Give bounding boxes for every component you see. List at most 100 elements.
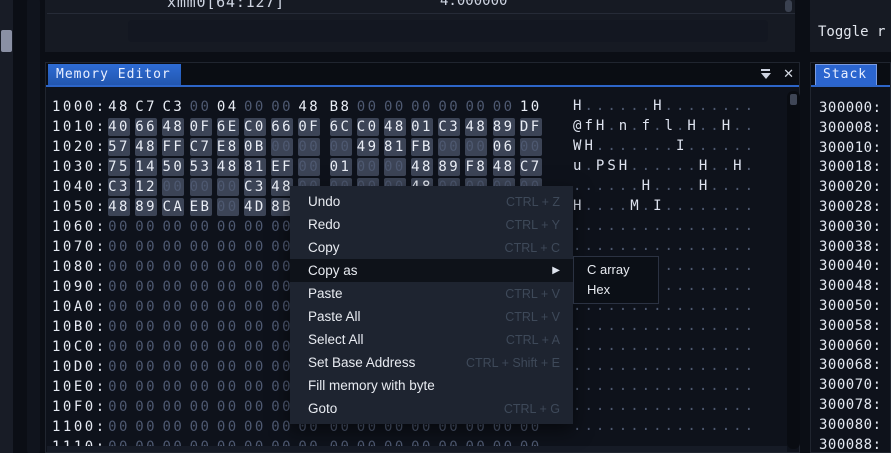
- ascii-column[interactable]: u.PSH......H..H.: [573, 158, 756, 174]
- byte-cell[interactable]: 66: [271, 118, 293, 136]
- byte-cell[interactable]: 00: [135, 358, 157, 376]
- byte-cell[interactable]: 4D: [244, 198, 266, 216]
- byte-cell[interactable]: 00: [190, 98, 212, 116]
- byte-cell[interactable]: 89: [493, 118, 515, 136]
- byte-cell[interactable]: 0F: [190, 118, 212, 136]
- byte-cell[interactable]: 48: [298, 98, 320, 116]
- register-row-highlight[interactable]: [128, 20, 768, 42]
- ascii-column[interactable]: ................: [573, 338, 756, 354]
- byte-cell[interactable]: 00: [190, 418, 212, 436]
- byte-cell[interactable]: 00: [190, 178, 212, 196]
- byte-cell[interactable]: 00: [217, 378, 239, 396]
- byte-cell[interactable]: 12: [135, 178, 157, 196]
- stack-address[interactable]: 300010:: [811, 140, 882, 160]
- byte-cell[interactable]: EB: [190, 198, 212, 216]
- byte-cell[interactable]: 00: [135, 318, 157, 336]
- byte-cell[interactable]: B8: [330, 98, 352, 116]
- ascii-column[interactable]: ................: [573, 318, 756, 334]
- byte-cell[interactable]: 00: [190, 398, 212, 416]
- menu-item-copy[interactable]: CopyCTRL + C: [290, 236, 573, 259]
- byte-cell[interactable]: 48: [465, 118, 487, 136]
- byte-cell[interactable]: 0B: [244, 138, 266, 156]
- byte-cell[interactable]: 00: [135, 338, 157, 356]
- memory-scrollbar-track[interactable]: [787, 91, 800, 449]
- byte-cell[interactable]: 00: [162, 258, 184, 276]
- byte-cell[interactable]: 01: [411, 118, 433, 136]
- byte-cell[interactable]: 06: [493, 138, 515, 156]
- byte-cell[interactable]: 00: [217, 258, 239, 276]
- byte-cell[interactable]: C3: [244, 178, 266, 196]
- byte-cell[interactable]: 00: [108, 338, 130, 356]
- stack-address[interactable]: 300070:: [811, 377, 882, 397]
- byte-cell[interactable]: 00: [465, 138, 487, 156]
- byte-cell[interactable]: 00: [190, 358, 212, 376]
- byte-cell[interactable]: 00: [162, 178, 184, 196]
- left-scrollbar[interactable]: [27, 0, 40, 453]
- byte-cell[interactable]: 00: [244, 318, 266, 336]
- byte-cell[interactable]: 00: [108, 318, 130, 336]
- ascii-column[interactable]: WH.......I......: [573, 138, 756, 154]
- byte-cell[interactable]: 00: [217, 298, 239, 316]
- byte-cell[interactable]: 00: [190, 298, 212, 316]
- byte-cell[interactable]: 00: [244, 238, 266, 256]
- byte-cell[interactable]: 00: [190, 238, 212, 256]
- byte-cell[interactable]: C0: [357, 118, 379, 136]
- byte-cell[interactable]: C7: [520, 158, 542, 176]
- byte-cell[interactable]: 00: [217, 238, 239, 256]
- byte-cell[interactable]: 50: [162, 158, 184, 176]
- byte-cell[interactable]: 00: [217, 198, 239, 216]
- stack-address[interactable]: 300050:: [811, 298, 882, 318]
- stack-address[interactable]: 300048:: [811, 278, 882, 298]
- stack-address[interactable]: 300030:: [811, 219, 882, 239]
- byte-cell[interactable]: 00: [162, 418, 184, 436]
- byte-cell[interactable]: 00: [135, 278, 157, 296]
- byte-cell[interactable]: 00: [217, 178, 239, 196]
- byte-cell[interactable]: 00: [190, 258, 212, 276]
- byte-cell[interactable]: 48: [384, 118, 406, 136]
- memory-hscrollbar-track[interactable]: [47, 446, 787, 452]
- stack-address[interactable]: 300040:: [811, 258, 882, 278]
- byte-cell[interactable]: 40: [108, 118, 130, 136]
- byte-cell[interactable]: 00: [493, 98, 515, 116]
- stack-address[interactable]: 300060:: [811, 338, 882, 358]
- menu-item-fill-memory-with-byte[interactable]: Fill memory with byte: [290, 374, 573, 397]
- byte-cell[interactable]: 00: [244, 418, 266, 436]
- byte-cell[interactable]: FB: [411, 138, 433, 156]
- submenu-item-hex[interactable]: Hex: [574, 280, 658, 300]
- byte-cell[interactable]: 00: [217, 418, 239, 436]
- byte-cell[interactable]: EF: [271, 158, 293, 176]
- stack-address[interactable]: 300058:: [811, 318, 882, 338]
- stack-address[interactable]: 300000:: [811, 100, 882, 120]
- byte-cell[interactable]: 00: [244, 398, 266, 416]
- byte-cell[interactable]: E8: [217, 138, 239, 156]
- byte-cell[interactable]: C7: [190, 138, 212, 156]
- menu-item-copy-as[interactable]: Copy as▶: [290, 259, 573, 282]
- byte-cell[interactable]: 48: [162, 118, 184, 136]
- byte-cell[interactable]: 00: [217, 338, 239, 356]
- byte-cell[interactable]: 00: [217, 318, 239, 336]
- byte-cell[interactable]: C3: [162, 98, 184, 116]
- byte-cell[interactable]: 0F: [298, 118, 320, 136]
- byte-cell[interactable]: 00: [271, 138, 293, 156]
- byte-cell[interactable]: 48: [411, 158, 433, 176]
- submenu-item-c-array[interactable]: C array: [574, 260, 658, 280]
- byte-cell[interactable]: 00: [244, 278, 266, 296]
- byte-cell[interactable]: C3: [108, 178, 130, 196]
- byte-cell[interactable]: 75: [108, 158, 130, 176]
- byte-cell[interactable]: 49: [357, 138, 379, 156]
- menu-item-goto[interactable]: GotoCTRL + G: [290, 397, 573, 420]
- stack-address[interactable]: 300080:: [811, 417, 882, 437]
- byte-cell[interactable]: 00: [244, 298, 266, 316]
- menu-item-undo[interactable]: UndoCTRL + Z: [290, 190, 573, 213]
- byte-cell[interactable]: 48: [108, 98, 130, 116]
- byte-cell[interactable]: 00: [271, 98, 293, 116]
- byte-cell[interactable]: 00: [298, 138, 320, 156]
- byte-cell[interactable]: 01: [330, 158, 352, 176]
- ascii-column[interactable]: H....M.I........: [573, 198, 756, 214]
- byte-cell[interactable]: 00: [244, 258, 266, 276]
- byte-cell[interactable]: 48: [108, 198, 130, 216]
- byte-cell[interactable]: 00: [520, 138, 542, 156]
- byte-cell[interactable]: 00: [190, 378, 212, 396]
- byte-cell[interactable]: 00: [162, 238, 184, 256]
- byte-cell[interactable]: 00: [357, 98, 379, 116]
